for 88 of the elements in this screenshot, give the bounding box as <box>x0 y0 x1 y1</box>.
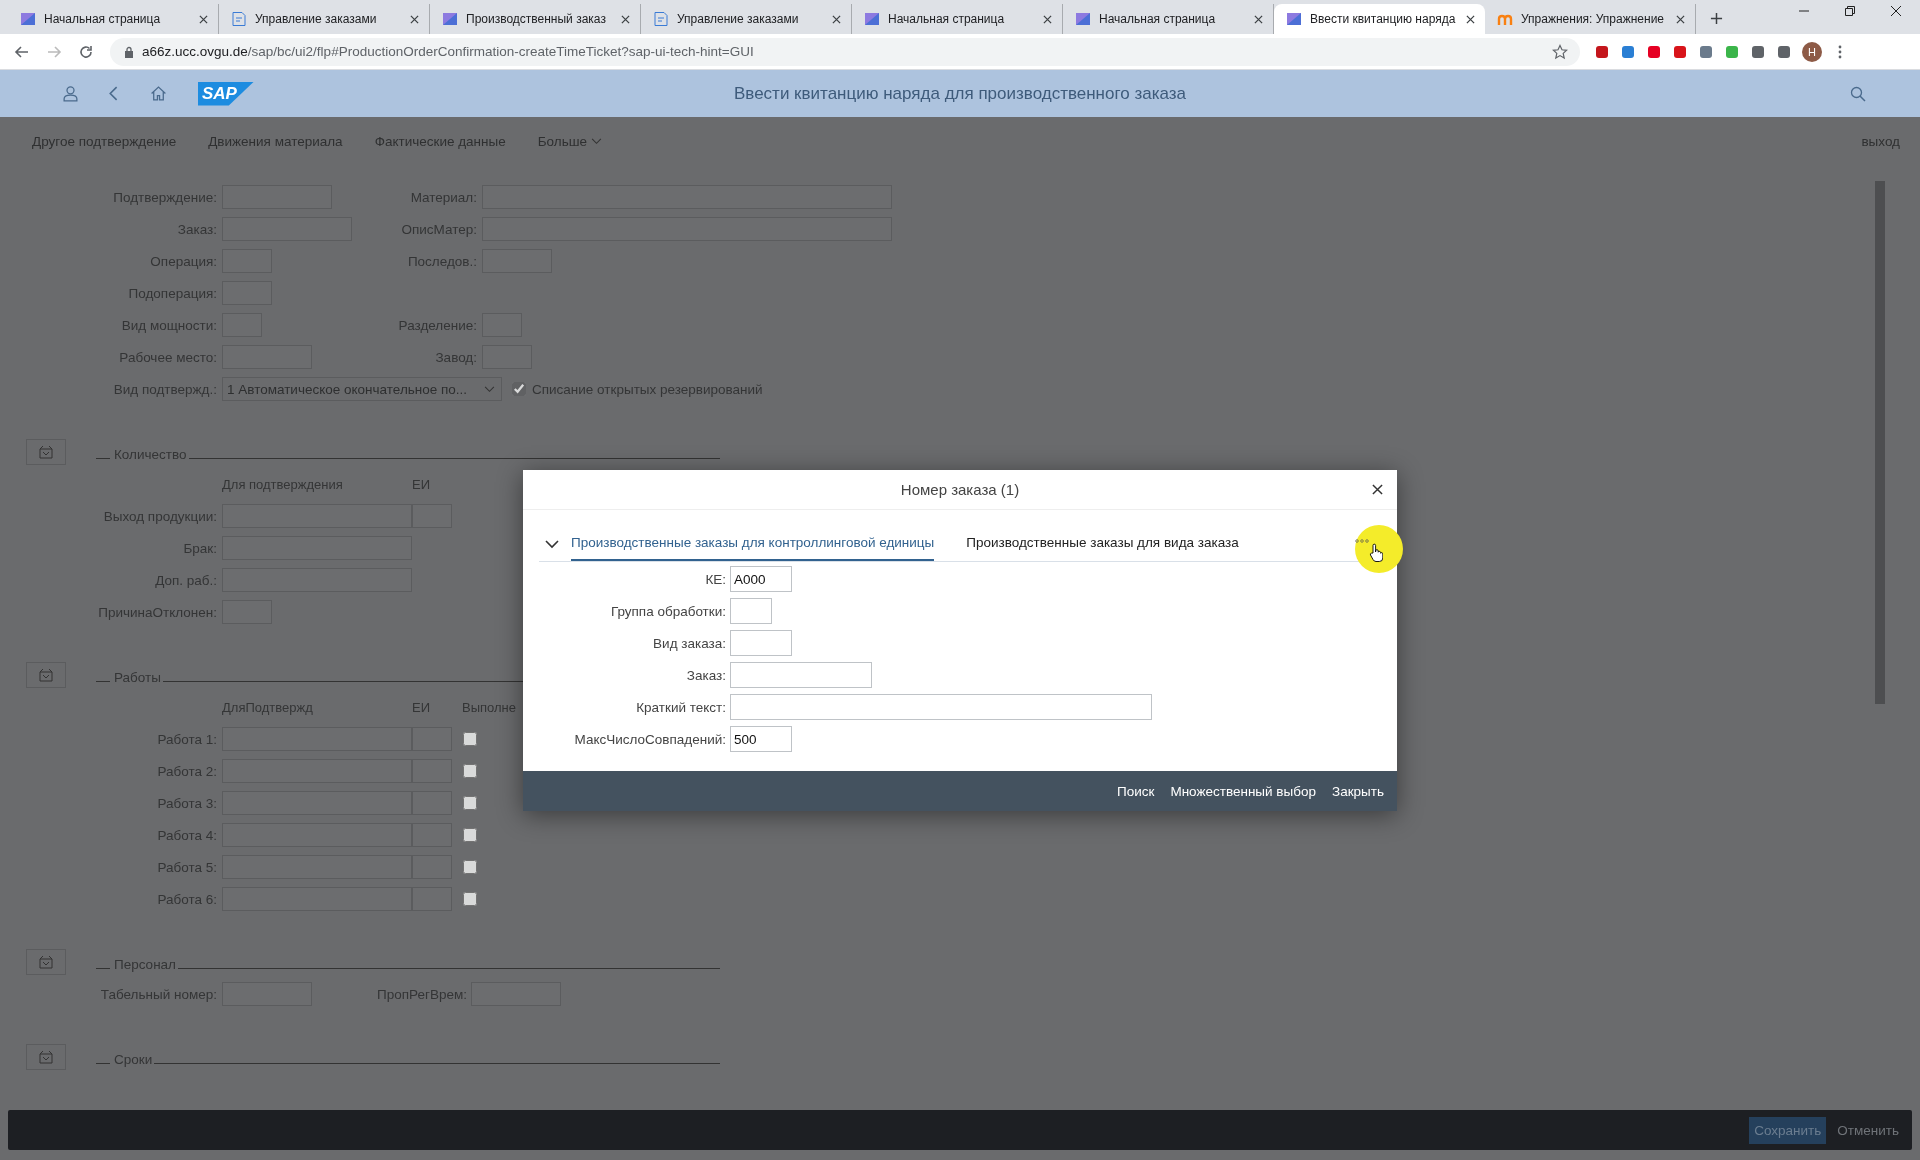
chevron-down-icon <box>591 137 602 145</box>
field-label: Группа обработки: <box>609 603 727 619</box>
overflow-icon[interactable] <box>1355 539 1369 543</box>
address-bar[interactable]: a66z.ucc.ovgu.de/sap/bc/ui2/flp#ProductionOrderConfirmation-createTimeTicket?sap-ui-tech-hint=GUI <box>110 37 1580 66</box>
hand-cursor-icon <box>1369 543 1383 563</box>
extension-icon[interactable] <box>1594 43 1610 60</box>
extension-icon[interactable] <box>1750 43 1766 60</box>
profile-avatar[interactable]: H <box>1802 41 1822 62</box>
dialog-tab[interactable]: Производственные заказы для контроллинговой единицы <box>571 535 935 561</box>
field-label: Заказ: <box>176 221 218 237</box>
close-icon[interactable] <box>1254 14 1263 24</box>
chevron-down-icon[interactable] <box>545 540 559 549</box>
field-label: Материал: <box>409 189 478 205</box>
close-icon[interactable] <box>1676 14 1685 24</box>
extension-icon[interactable] <box>1620 43 1636 60</box>
dialog-title: Номер заказа (1) <box>900 481 1020 498</box>
dialog-button[interactable]: Множественный выбор <box>1170 783 1316 799</box>
dialog-button[interactable]: Поиск <box>1117 783 1155 799</box>
field-label: Краткий текст: <box>635 699 727 715</box>
checkbox[interactable] <box>463 732 477 746</box>
app-icon <box>1286 11 1302 27</box>
input-field[interactable]: 500 <box>730 726 792 752</box>
collapse-icon <box>38 955 54 969</box>
browser-tab[interactable]: Ввести квитанцию наряда <box>1274 4 1485 34</box>
extension-icon[interactable] <box>1672 43 1688 60</box>
close-icon[interactable] <box>199 14 208 24</box>
checkbox[interactable] <box>512 382 526 396</box>
close-icon[interactable] <box>1372 484 1383 495</box>
input-field[interactable] <box>730 630 792 656</box>
close-icon[interactable] <box>410 14 419 24</box>
lock-icon <box>124 45 134 58</box>
collapse-button[interactable] <box>26 949 66 975</box>
close-icon[interactable] <box>1466 14 1475 24</box>
page-title: Ввести квитанцию наряда для производственного заказа <box>732 83 1188 104</box>
extension-icon[interactable] <box>1698 43 1714 60</box>
star-icon[interactable] <box>1552 43 1568 60</box>
close-icon[interactable] <box>1890 4 1902 17</box>
chevron-down-icon <box>484 385 495 393</box>
back-icon[interactable] <box>14 43 30 60</box>
input-field[interactable] <box>730 598 772 624</box>
app-icon <box>442 11 458 27</box>
extension-icon[interactable] <box>1776 43 1792 60</box>
field-label: Брак: <box>182 540 218 556</box>
field-label: Вид заказа: <box>652 635 727 651</box>
input-field[interactable] <box>730 662 872 688</box>
collapse-button[interactable] <box>26 662 66 688</box>
checkbox[interactable] <box>463 892 477 906</box>
field-label: Заказ: <box>685 667 727 683</box>
forward-icon[interactable] <box>46 43 62 60</box>
extension-icon[interactable] <box>1724 43 1740 60</box>
home-icon[interactable] <box>150 85 167 102</box>
input-field[interactable] <box>730 694 1152 720</box>
restore-icon[interactable] <box>1844 4 1856 17</box>
logo[interactable]: SAP <box>198 81 254 106</box>
dialog-button[interactable]: Закрыть <box>1332 783 1384 799</box>
close-icon[interactable] <box>1043 14 1052 24</box>
checkbox[interactable] <box>463 828 477 842</box>
field-label: МаксЧислоСовпадений: <box>573 731 727 747</box>
search-icon[interactable] <box>1850 85 1866 102</box>
collapse-icon <box>38 1050 54 1064</box>
document-icon <box>231 11 247 27</box>
field-label: Операция: <box>149 253 218 269</box>
column-header: Выполне <box>462 699 516 715</box>
collapse-button[interactable] <box>26 439 66 465</box>
app-icon <box>864 11 880 27</box>
reload-icon[interactable] <box>78 43 94 60</box>
checkbox[interactable] <box>463 860 477 874</box>
app-icon <box>20 11 36 27</box>
close-icon[interactable] <box>621 14 630 24</box>
app-icon <box>1075 11 1091 27</box>
user-icon[interactable] <box>62 85 79 102</box>
checkbox[interactable] <box>463 796 477 810</box>
scrollbar-thumb[interactable] <box>1875 181 1885 704</box>
field-label: Завод: <box>434 349 478 365</box>
section-title: Количество <box>114 447 187 463</box>
collapse-icon <box>38 668 54 682</box>
document-icon <box>653 11 669 27</box>
new-tab-icon[interactable] <box>1710 12 1723 25</box>
checkbox[interactable] <box>463 764 477 778</box>
collapse-button[interactable] <box>26 1044 66 1070</box>
input-field[interactable]: A000 <box>730 566 792 592</box>
collapse-icon <box>38 445 54 459</box>
field-label: Подтверждение: <box>112 189 218 205</box>
dialog-tab[interactable]: Производственные заказы для вида заказа <box>966 535 1239 561</box>
section-title: Работы <box>114 670 161 686</box>
field-label: КЕ: <box>704 571 727 587</box>
extension-icon[interactable] <box>1646 43 1662 60</box>
close-icon[interactable] <box>832 14 841 24</box>
